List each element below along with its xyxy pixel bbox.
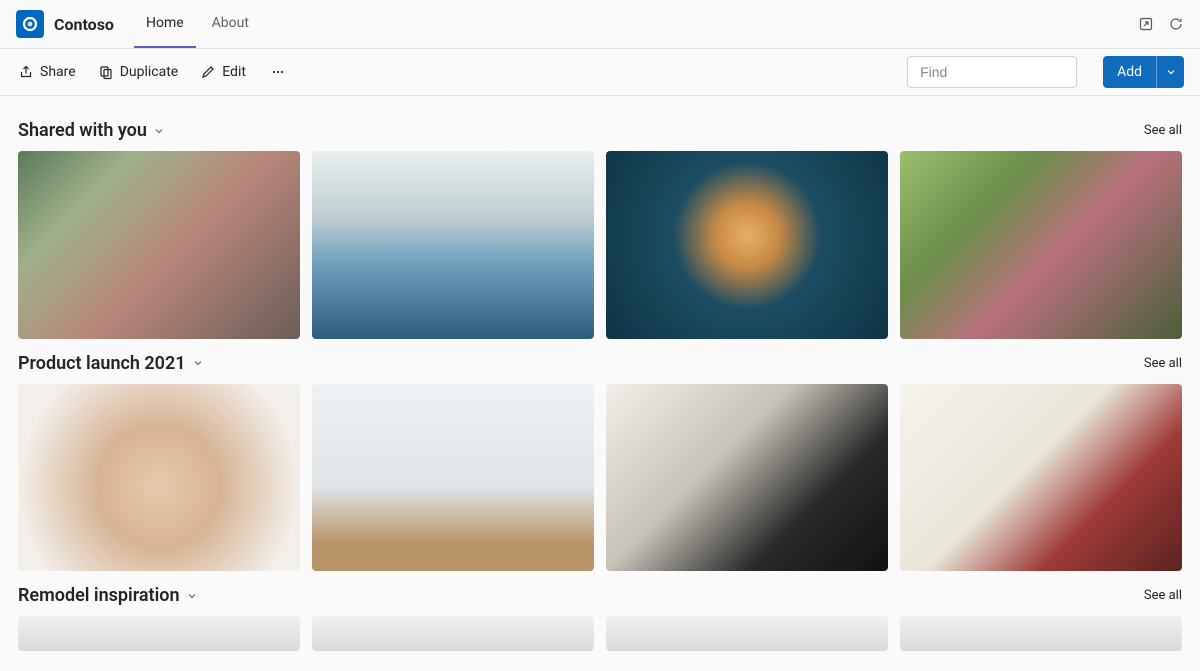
nav-home-label: Home <box>146 15 184 31</box>
search-input[interactable] <box>918 63 1103 81</box>
grid-product <box>18 384 1182 572</box>
more-icon <box>270 64 286 80</box>
more-button[interactable] <box>266 60 290 84</box>
edit-icon <box>200 64 216 80</box>
brand-name: Contoso <box>54 15 114 34</box>
see-all-remodel[interactable]: See all <box>1144 588 1182 603</box>
section-header-shared: Shared with you See all <box>18 120 1182 141</box>
nav-about[interactable]: About <box>200 0 261 48</box>
section-header-remodel: Remodel inspiration See all <box>18 585 1182 606</box>
card-interior-4[interactable] <box>900 616 1182 650</box>
chevron-down-icon <box>192 357 204 369</box>
card-interior-3[interactable] <box>606 616 888 650</box>
logo-ring-icon <box>21 15 39 33</box>
app-logo <box>16 10 44 38</box>
edit-label: Edit <box>222 64 246 80</box>
add-dropdown[interactable] <box>1156 56 1184 88</box>
command-bar: Share Duplicate Edit Add <box>0 48 1200 96</box>
edit-button[interactable]: Edit <box>198 60 248 84</box>
chevron-down-icon <box>153 125 165 137</box>
add-split-button: Add <box>1103 56 1184 88</box>
add-button[interactable]: Add <box>1103 56 1156 88</box>
card-interior-1[interactable] <box>18 616 300 650</box>
card-group-selfie-outdoors[interactable] <box>900 151 1182 339</box>
chevron-down-icon <box>186 590 198 602</box>
section-header-product: Product launch 2021 See all <box>18 353 1182 374</box>
card-interior-2[interactable] <box>312 616 594 650</box>
card-three-friends-selfie[interactable] <box>18 151 300 339</box>
primary-nav: Home About <box>134 0 261 48</box>
card-tablet-floor-plan[interactable] <box>900 384 1182 572</box>
grid-shared <box>18 151 1182 339</box>
popout-icon[interactable] <box>1138 16 1154 32</box>
add-label: Add <box>1117 64 1142 80</box>
section-title-remodel[interactable]: Remodel inspiration <box>18 585 198 606</box>
section-title-product-text: Product launch 2021 <box>18 353 186 374</box>
gallery-content: Shared with you See all Product launch 2… <box>0 96 1200 671</box>
card-paddleboards-on-beach[interactable] <box>312 151 594 339</box>
duplicate-icon <box>98 64 114 80</box>
card-hands-on-laptop[interactable] <box>18 384 300 572</box>
share-icon <box>18 64 34 80</box>
header-icon-group <box>1138 16 1184 32</box>
see-all-product[interactable]: See all <box>1144 356 1182 371</box>
duplicate-button[interactable]: Duplicate <box>96 60 181 84</box>
duplicate-label: Duplicate <box>120 64 179 80</box>
section-title-shared[interactable]: Shared with you <box>18 120 165 141</box>
grid-remodel <box>18 616 1182 650</box>
search-box[interactable] <box>907 56 1077 88</box>
nav-about-label: About <box>212 15 249 31</box>
section-title-remodel-text: Remodel inspiration <box>18 585 180 606</box>
share-label: Share <box>40 64 76 80</box>
section-title-shared-text: Shared with you <box>18 120 147 141</box>
card-laptop-on-desk[interactable] <box>312 384 594 572</box>
app-header: Contoso Home About <box>0 0 1200 48</box>
share-button[interactable]: Share <box>16 60 78 84</box>
nav-home[interactable]: Home <box>134 0 196 48</box>
section-title-product[interactable]: Product launch 2021 <box>18 353 204 374</box>
card-dog-on-trampoline[interactable] <box>606 151 888 339</box>
card-tablet-keyboard[interactable] <box>606 384 888 572</box>
refresh-icon[interactable] <box>1168 16 1184 32</box>
chevron-down-icon <box>1165 66 1177 78</box>
see-all-shared[interactable]: See all <box>1144 123 1182 138</box>
